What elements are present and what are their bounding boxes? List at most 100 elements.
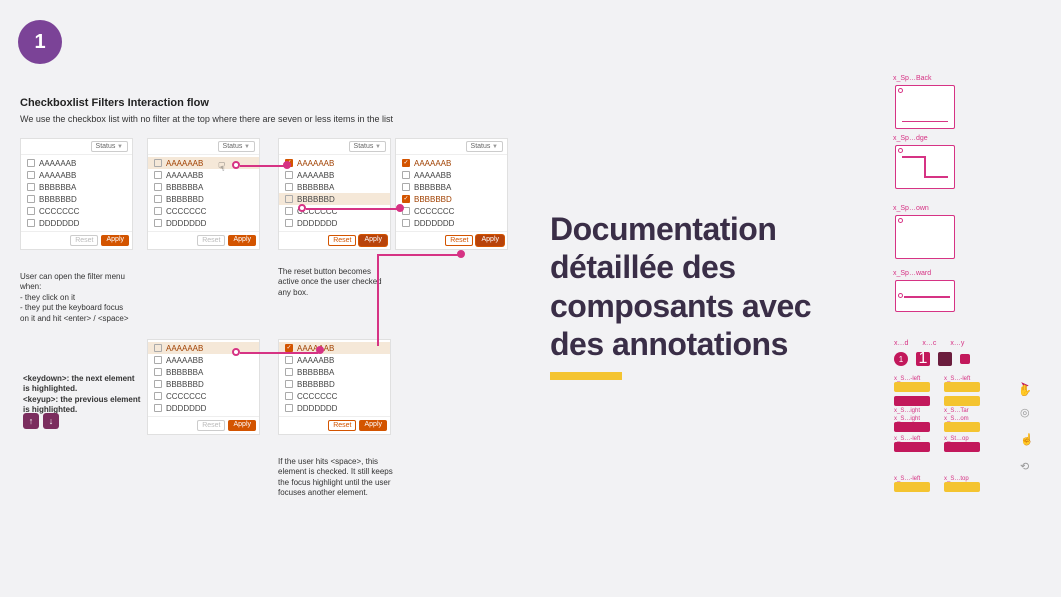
spec-thumb-ward: [895, 280, 955, 312]
checkbox[interactable]: [285, 356, 293, 364]
anno-arrow: [306, 208, 398, 210]
anno-arrow: [377, 254, 459, 256]
spec-chip: x_S…-left: [894, 476, 930, 494]
apply-button[interactable]: Apply: [476, 235, 504, 246]
filter-card-checked: Status AAAAAAB AAAAABB BBBBBBA BBBBBBD C…: [278, 138, 391, 250]
checkbox[interactable]: [27, 195, 35, 203]
apply-button[interactable]: Apply: [359, 420, 387, 431]
checkbox[interactable]: [285, 183, 293, 191]
spec-chip: x_St…op: [944, 436, 980, 454]
square-badge-icon: [960, 354, 970, 364]
spec-chip: x_S…-left: [944, 376, 980, 394]
checkbox[interactable]: [27, 159, 35, 167]
note-keydown: <keydown>: the next element is highlight…: [23, 374, 143, 416]
spec-chip: x_S…-left: [894, 436, 930, 454]
reset-button[interactable]: Reset: [197, 235, 225, 246]
arrow-down-icon: ↓: [43, 413, 59, 429]
spec-thumb-edge: [895, 145, 955, 189]
checkbox[interactable]: [285, 195, 293, 203]
anno-dot: [457, 250, 465, 258]
arrow-up-icon: ↑: [23, 413, 39, 429]
target-icon: ◎: [1020, 406, 1034, 419]
reset-button[interactable]: Reset: [328, 235, 356, 246]
checkbox[interactable]: [27, 207, 35, 215]
checkbox[interactable]: [285, 380, 293, 388]
checkbox[interactable]: [154, 207, 162, 215]
square-badge-icon: [938, 352, 952, 366]
anno-dot: [232, 161, 240, 169]
spec-chip: x_S…top: [944, 476, 980, 494]
status-dropdown[interactable]: Status: [218, 141, 255, 152]
checkbox[interactable]: [285, 219, 293, 227]
checkbox[interactable]: [402, 159, 410, 167]
checkbox[interactable]: [154, 356, 162, 364]
anno-dot: [232, 348, 240, 356]
apply-button[interactable]: Apply: [359, 235, 387, 246]
anno-dot: [298, 204, 306, 212]
note-reset-active: The reset button becomes active once the…: [278, 267, 393, 298]
anno-arrow: [377, 254, 379, 346]
thumb-label: x_Sp…own: [893, 205, 929, 212]
checkbox[interactable]: [154, 195, 162, 203]
square-badge-icon: 1: [916, 352, 930, 366]
checkbox[interactable]: [154, 159, 162, 167]
spec-thumb-back: [895, 85, 955, 129]
note-space: If the user hits <space>, this element i…: [278, 457, 393, 499]
slide-number-badge: 1: [18, 20, 62, 64]
thumb-label: x_Sp…ward: [893, 270, 931, 277]
reset-button[interactable]: Reset: [328, 420, 356, 431]
checkbox[interactable]: [402, 183, 410, 191]
status-dropdown[interactable]: Status: [349, 141, 386, 152]
apply-button[interactable]: Apply: [228, 420, 256, 431]
checkbox[interactable]: [285, 404, 293, 412]
arrow-key-icons: ↑ ↓: [23, 413, 59, 429]
apply-button[interactable]: Apply: [101, 235, 129, 246]
filter-card-hover: Status AAAAAAB AAAAABB BBBBBBA BBBBBBD C…: [147, 138, 260, 250]
reset-button[interactable]: Reset: [197, 420, 225, 431]
checkbox[interactable]: [285, 368, 293, 376]
filter-card-initial: Status AAAAAAB AAAAABB BBBBBBA BBBBBBD C…: [20, 138, 133, 250]
doc-subtitle: We use the checkbox list with no filter …: [20, 114, 393, 124]
checkbox[interactable]: [402, 219, 410, 227]
checkbox[interactable]: [285, 344, 293, 352]
checkbox[interactable]: [154, 183, 162, 191]
checkbox[interactable]: [285, 171, 293, 179]
status-dropdown[interactable]: Status: [466, 141, 503, 152]
status-dropdown[interactable]: Status: [91, 141, 128, 152]
anno-arrow: [240, 165, 285, 167]
checkbox[interactable]: [285, 392, 293, 400]
round-badge-icon: 1: [894, 352, 908, 366]
checkbox[interactable]: [154, 368, 162, 376]
checkbox[interactable]: [402, 195, 410, 203]
gesture-icon: ⟲: [1020, 460, 1034, 473]
apply-button[interactable]: Apply: [228, 235, 256, 246]
anno-dot: [396, 204, 404, 212]
checkbox[interactable]: [154, 171, 162, 179]
checkbox[interactable]: [27, 219, 35, 227]
spec-chip: x_S…Tar: [944, 396, 980, 414]
checkbox[interactable]: [154, 404, 162, 412]
checkbox[interactable]: [402, 171, 410, 179]
slide-heading: Documentation détaillée des composants a…: [550, 210, 860, 364]
anno-dot: [283, 161, 291, 169]
anno-arrow: [240, 352, 318, 354]
note-open-filter: User can open the filter menu when: - th…: [20, 272, 130, 324]
hand-outline-icon: ✋: [1018, 384, 1032, 397]
filter-card-multi: Status AAAAAAB AAAAABB BBBBBBA BBBBBBD C…: [395, 138, 508, 250]
badge-row: 1 1: [894, 352, 970, 366]
heading-underline: [550, 372, 622, 380]
checkbox[interactable]: [285, 207, 293, 215]
checkbox[interactable]: [154, 380, 162, 388]
spec-chip: x_S…ight: [894, 396, 930, 414]
checkbox[interactable]: [27, 171, 35, 179]
reset-button[interactable]: Reset: [70, 235, 98, 246]
checkbox[interactable]: [154, 344, 162, 352]
checkbox[interactable]: [27, 183, 35, 191]
doc-title: Checkboxlist Filters Interaction flow: [20, 97, 209, 109]
spec-thumb-own: [895, 215, 955, 259]
checkbox[interactable]: [154, 392, 162, 400]
checkbox[interactable]: [154, 219, 162, 227]
touch-icon: ☝: [1020, 433, 1034, 446]
reset-button[interactable]: Reset: [445, 235, 473, 246]
spec-chip: x_S…-left: [894, 376, 930, 394]
